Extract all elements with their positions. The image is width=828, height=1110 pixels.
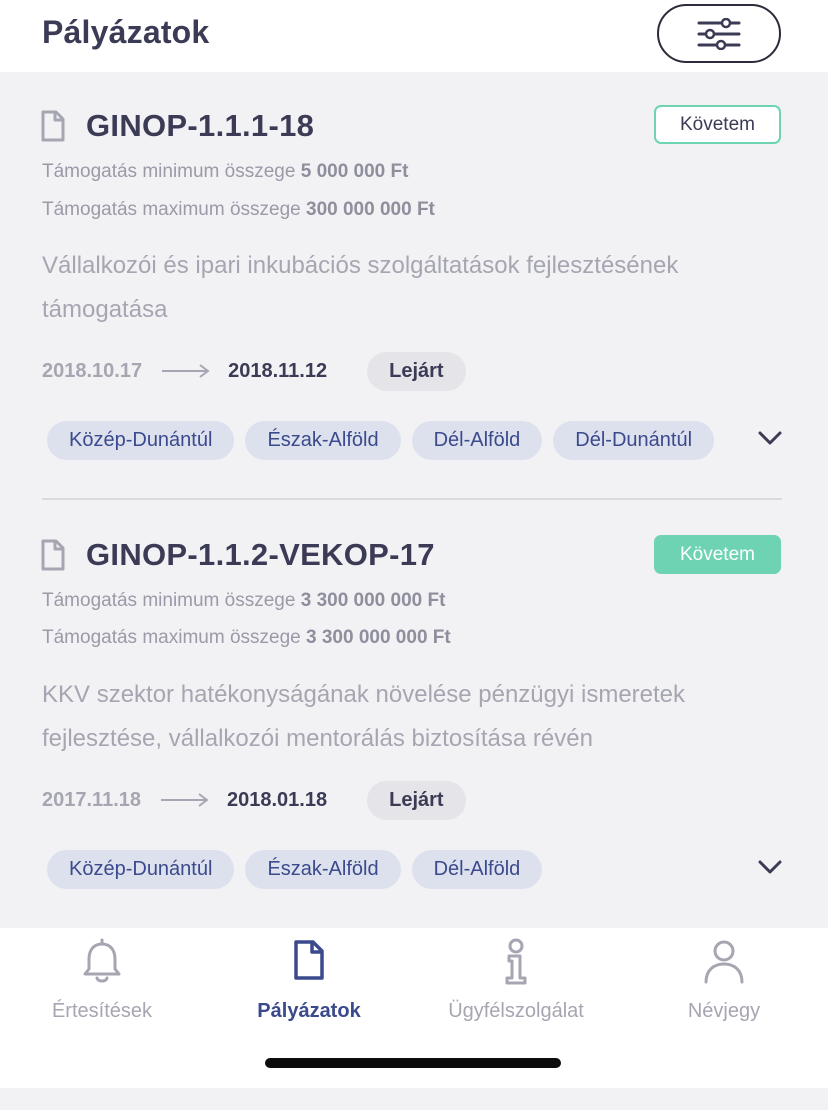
tab-label: Értesítések	[51, 1000, 153, 1022]
grant-description: Vállalkozói és ipari inkubációs szolgált…	[42, 252, 679, 323]
tab-label: Ügyfélszolgálat	[448, 1000, 584, 1022]
grant-code: GINOP-1.1.2-VEKOP-17	[86, 537, 435, 572]
page-title: Pályázatok	[42, 14, 210, 50]
grant-list: GINOP-1.1.1-18 Követem Támogatás minimum…	[0, 72, 828, 928]
app-header: Pályázatok	[0, 0, 828, 72]
max-amount: Támogatás maximum összege 3 300 000 000 …	[42, 627, 451, 648]
person-icon	[704, 940, 744, 984]
region-tag: Közép-Dunántúl	[47, 850, 235, 889]
tab-ugyfelszolgalat[interactable]: Ügyfélszolgálat	[416, 928, 616, 1048]
region-tags: Közép-Dunántúl Észak-Alföld Dél-Alföld D…	[47, 421, 725, 461]
status-badge: Lejárt	[367, 351, 466, 391]
date-range: 2017.11.18 2018.01.18 Lejárt	[42, 780, 466, 820]
home-indicator	[265, 1058, 561, 1068]
arrow-right-icon	[161, 793, 209, 807]
date-start: 2017.11.18	[42, 788, 141, 811]
status-badge: Lejárt	[367, 780, 466, 820]
document-icon	[294, 940, 324, 980]
min-amount: Támogatás minimum összege 3 300 000 000 …	[42, 590, 446, 611]
document-icon	[41, 539, 65, 571]
tab-label: Pályázatok	[257, 1000, 361, 1022]
tab-nevjegy[interactable]: Névjegy	[624, 928, 824, 1048]
document-icon	[41, 110, 65, 142]
tab-palyazatok[interactable]: Pályázatok	[209, 928, 409, 1048]
follow-button[interactable]: Követem	[654, 535, 781, 574]
info-icon	[505, 938, 527, 985]
region-tag: Dél-Alföld	[411, 421, 543, 460]
sliders-icon	[697, 17, 741, 50]
max-amount-value: 3 300 000 000 Ft	[306, 627, 451, 648]
filter-button[interactable]	[657, 4, 781, 63]
date-end: 2018.01.18	[227, 788, 328, 811]
grant-code: GINOP-1.1.1-18	[86, 108, 315, 143]
min-amount-value: 5 000 000 Ft	[300, 161, 409, 182]
grant-description: KKV szektor hatékonyságának növelése pén…	[42, 681, 686, 752]
region-tag: Dél-Alföld	[411, 850, 543, 889]
region-tag: Dél-Dunántúl	[553, 421, 715, 460]
max-amount: Támogatás maximum összege 300 000 000 Ft	[42, 199, 435, 220]
min-amount-value: 3 300 000 000 Ft	[300, 590, 446, 611]
date-start: 2018.10.17	[42, 359, 143, 382]
date-range: 2018.10.17 2018.11.12 Lejárt	[42, 351, 466, 391]
arrow-right-icon	[162, 364, 210, 378]
region-tag: Észak-Alföld	[245, 850, 401, 889]
grant-card[interactable]: GINOP-1.1.1-18 Követem Támogatás minimum…	[0, 72, 828, 502]
follow-button[interactable]: Követem	[654, 105, 781, 144]
chevron-down-icon[interactable]	[756, 428, 784, 448]
tab-label: Névjegy	[687, 1000, 761, 1022]
region-tag: Közép-Dunántúl	[47, 421, 235, 460]
tab-ertesitesek[interactable]: Értesítések	[2, 928, 202, 1048]
grant-card[interactable]: GINOP-1.1.2-VEKOP-17 Követem Támogatás m…	[0, 502, 828, 928]
max-amount-value: 300 000 000 Ft	[306, 199, 435, 220]
region-tag: Észak-Alföld	[245, 421, 401, 460]
bell-icon	[83, 938, 121, 983]
card-divider	[42, 498, 782, 500]
min-amount: Támogatás minimum összege 5 000 000 Ft	[42, 161, 409, 182]
date-end: 2018.11.12	[228, 359, 328, 382]
chevron-down-icon[interactable]	[756, 857, 784, 877]
region-tags: Közép-Dunántúl Észak-Alföld Dél-Alföld	[47, 850, 553, 890]
